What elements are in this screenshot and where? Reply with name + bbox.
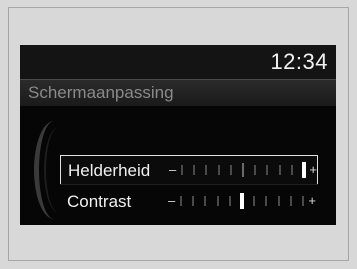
slider-tick <box>205 165 207 175</box>
minus-icon[interactable]: – <box>168 193 175 209</box>
slider-level-marker[interactable] <box>302 162 306 178</box>
slider-level-marker[interactable] <box>240 193 244 209</box>
row-divider <box>60 184 318 185</box>
slider-tick <box>265 196 267 206</box>
slider-tick <box>290 196 292 206</box>
slider-tick <box>217 196 219 206</box>
slider-tick <box>253 196 255 206</box>
slider-tick <box>192 196 194 206</box>
slider-track <box>181 162 306 178</box>
contrast-slider[interactable]: – + <box>168 187 316 217</box>
slider-tick <box>254 165 256 175</box>
slider-tick <box>230 165 232 175</box>
display-screen: 12:34 Schermaanpassing Helderheid – + Co… <box>20 45 336 225</box>
status-bar: 12:34 <box>20 45 336 79</box>
minus-icon[interactable]: – <box>169 162 176 178</box>
slider-tick <box>242 163 244 177</box>
slider-tick <box>291 165 293 175</box>
brightness-slider[interactable]: – + <box>169 156 317 186</box>
setting-row-contrast[interactable]: Contrast – + <box>60 187 318 217</box>
slider-tick <box>180 196 182 206</box>
plus-icon[interactable]: + <box>309 162 317 178</box>
slider-tick <box>278 196 280 206</box>
setting-label: Contrast <box>67 192 132 211</box>
slider-tick <box>266 165 268 175</box>
screen-title: Schermaanpassing <box>28 83 174 102</box>
title-bar: Schermaanpassing <box>20 80 336 106</box>
slider-tick <box>218 165 220 175</box>
plus-icon[interactable]: + <box>308 193 316 209</box>
slider-tick <box>279 165 281 175</box>
slider-track <box>180 193 304 209</box>
clock-time: 12:34 <box>270 49 328 74</box>
slider-tick <box>229 196 231 206</box>
setting-label: Helderheid <box>68 161 151 180</box>
slider-tick <box>193 165 195 175</box>
slider-tick <box>204 196 206 206</box>
setting-row-brightness[interactable]: Helderheid – + <box>60 155 318 185</box>
slider-tick <box>181 165 183 175</box>
slider-tick <box>302 196 304 206</box>
